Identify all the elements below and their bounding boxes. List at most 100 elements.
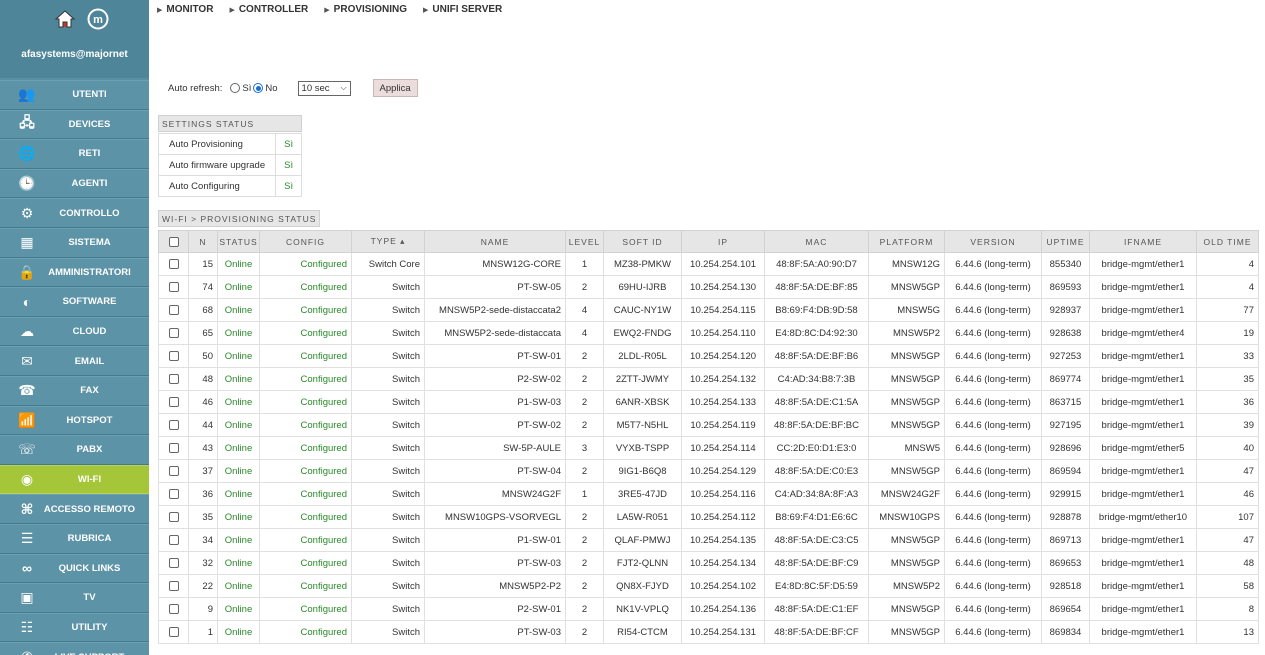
table-row[interactable]: 15 Online Configured Switch Core MNSW12G-COR… bbox=[158, 252, 1259, 276]
sidebar-item-utility[interactable]: ☷ UTILITY bbox=[0, 612, 149, 643]
column-header[interactable]: STATUS bbox=[217, 230, 260, 253]
table-cell: MNSW5 bbox=[868, 436, 945, 460]
logo-icon[interactable]: m bbox=[86, 8, 110, 30]
table-cell: Switch bbox=[351, 298, 425, 322]
row-checkbox[interactable] bbox=[168, 373, 179, 384]
sidebar-item-fax[interactable]: ☎ FAX bbox=[0, 375, 149, 406]
row-checkbox[interactable] bbox=[168, 511, 179, 522]
home-icon[interactable] bbox=[54, 8, 76, 30]
phone-icon: ☏ bbox=[18, 441, 36, 458]
table-row[interactable]: 65 Online Configured Switch MNSW5P2-sede-dis… bbox=[158, 321, 1259, 345]
sidebar-item-email[interactable]: ✉ EMAIL bbox=[0, 346, 149, 376]
sidebar-item-label: SOFTWARE bbox=[62, 296, 117, 308]
table-cell: 10.254.254.132 bbox=[681, 367, 765, 391]
table-row[interactable]: 32 Online Configured Switch PT-SW-03 2 FJT2-QL… bbox=[158, 551, 1259, 575]
row-checkbox[interactable] bbox=[168, 258, 179, 269]
column-header[interactable]: CONFIG bbox=[259, 230, 352, 253]
column-header[interactable]: TYPE ▴ bbox=[351, 230, 425, 253]
top-menu: ▶ MONITOR ▶ CONTROLLER ▶ PROVISIONING ▶ UNIFI S… bbox=[157, 4, 502, 15]
interval-select[interactable]: 10 sec ⌵ bbox=[297, 80, 351, 96]
sidebar-item-live-support[interactable]: ✆LIVE SUPPORT bbox=[0, 642, 149, 655]
sidebar-item-quick-links[interactable]: ∞ QUICK LINKS bbox=[0, 553, 149, 584]
table-cell: MNSW24G2F bbox=[868, 482, 945, 506]
sidebar-item-amministratori[interactable]: 🔒 AMMINISTRATORI bbox=[0, 257, 149, 288]
row-checkbox[interactable] bbox=[168, 327, 179, 338]
column-header[interactable]: UPTIME bbox=[1041, 230, 1090, 253]
column-header[interactable]: MAC bbox=[764, 230, 869, 253]
select-all-checkbox[interactable] bbox=[168, 236, 179, 247]
settings-row: Auto Provisioning Sì bbox=[157, 133, 303, 155]
table-cell: PT-SW-02 bbox=[424, 413, 566, 437]
table-row[interactable]: 43 Online Configured Switch SW-5P-AULE 3 VYXB-… bbox=[158, 436, 1259, 460]
table-row[interactable]: 1 Online Configured Switch PT-SW-03 2 RI54-CTC… bbox=[158, 620, 1259, 644]
column-header[interactable]: OLD TIME bbox=[1196, 230, 1259, 253]
menu-provisioning[interactable]: ▶ PROVISIONING bbox=[324, 4, 407, 15]
table-row[interactable]: 74 Online Configured Switch PT-SW-05 2 69HU-IJ… bbox=[158, 275, 1259, 299]
column-header[interactable]: N bbox=[188, 230, 218, 253]
radio-no[interactable] bbox=[253, 83, 264, 93]
row-checkbox[interactable] bbox=[168, 580, 179, 591]
table-cell: 6.44.6 (long-term) bbox=[944, 505, 1042, 529]
table-cell: 855340 bbox=[1041, 252, 1090, 276]
sidebar-item-software[interactable]: ◐ SOFTWARE bbox=[0, 287, 149, 317]
row-checkbox[interactable] bbox=[168, 626, 179, 637]
sidebar-item-sistema[interactable]: ▦ SISTEMA bbox=[0, 227, 149, 258]
sidebar-item-rubrica[interactable]: ☰ RUBRICA bbox=[0, 523, 149, 554]
sidebar-item-tv[interactable]: ▣ TV bbox=[0, 583, 149, 613]
column-header[interactable]: IP bbox=[681, 230, 765, 253]
sidebar-item-devices[interactable]: 🖧 DEVICES bbox=[0, 109, 149, 140]
interval-value: 10 sec bbox=[301, 82, 330, 94]
table-row[interactable]: 36 Online Configured Switch MNSW24G2F 1 3RE5-4… bbox=[158, 482, 1259, 506]
settings-label: Auto Provisioning bbox=[157, 133, 277, 155]
table-cell: 48 bbox=[1196, 551, 1259, 575]
table-cell: Online bbox=[217, 597, 260, 621]
table-row[interactable]: 46 Online Configured Switch P1-SW-03 2 6ANR-XB… bbox=[158, 390, 1259, 414]
apply-button[interactable]: Applica bbox=[372, 79, 418, 97]
table-row[interactable]: 48 Online Configured Switch P2-SW-02 2 2ZTT-JW… bbox=[158, 367, 1259, 391]
column-header[interactable]: PLATFORM bbox=[868, 230, 945, 253]
row-checkbox[interactable] bbox=[168, 534, 179, 545]
radio-yes[interactable] bbox=[230, 83, 241, 93]
row-checkbox[interactable] bbox=[168, 488, 179, 499]
row-checkbox[interactable] bbox=[168, 304, 179, 315]
sidebar-item-pabx[interactable]: ☏ PABX bbox=[0, 435, 149, 465]
table-row[interactable]: 9 Online Configured Switch P2-SW-01 2 NK1V-VPL… bbox=[158, 597, 1259, 621]
table-row[interactable]: 22 Online Configured Switch MNSW5P2-P2 2 QN8X-… bbox=[158, 574, 1259, 598]
table-row[interactable]: 37 Online Configured Switch PT-SW-04 2 9IG1-B6… bbox=[158, 459, 1259, 483]
sidebar-item-accesso-remoto[interactable]: ⌘ ACCESSO REMOTO bbox=[0, 494, 149, 524]
sidebar-item-cloud[interactable]: ☁ CLOUD bbox=[0, 316, 149, 347]
table-cell: 927253 bbox=[1041, 344, 1090, 368]
sidebar-item-hotspot[interactable]: 📶 HOTSPOT bbox=[0, 405, 149, 436]
row-checkbox[interactable] bbox=[168, 603, 179, 614]
settings-value: Sì bbox=[275, 154, 303, 176]
sidebar-item-controllo[interactable]: ⚙ CONTROLLO bbox=[0, 198, 149, 228]
column-header[interactable]: IFNAME bbox=[1089, 230, 1197, 253]
row-checkbox[interactable] bbox=[168, 442, 179, 453]
table-row[interactable]: 44 Online Configured Switch PT-SW-02 2 M5T7-N5… bbox=[158, 413, 1259, 437]
row-checkbox[interactable] bbox=[168, 396, 179, 407]
system-icon: ▦ bbox=[20, 234, 34, 251]
table-cell: 10.254.254.114 bbox=[681, 436, 765, 460]
column-header[interactable]: VERSION bbox=[944, 230, 1042, 253]
row-checkbox[interactable] bbox=[168, 557, 179, 568]
table-row[interactable]: 35 Online Configured Switch MNSW10GPS-VSORVE… bbox=[158, 505, 1259, 529]
sidebar-item-agenti[interactable]: 🕒 AGENTI bbox=[0, 168, 149, 199]
table-cell: Online bbox=[217, 321, 260, 345]
sidebar-item-wi-fi[interactable]: ◉ WI-FI bbox=[0, 464, 149, 495]
sidebar-item-reti[interactable]: 🌐 RETI bbox=[0, 139, 149, 169]
table-row[interactable]: 34 Online Configured Switch P1-SW-01 2 QLAF-PM… bbox=[158, 528, 1259, 552]
row-checkbox[interactable] bbox=[168, 419, 179, 430]
table-row[interactable]: 50 Online Configured Switch PT-SW-01 2 2LDL-R0… bbox=[158, 344, 1259, 368]
row-checkbox[interactable] bbox=[168, 350, 179, 361]
row-checkbox[interactable] bbox=[168, 281, 179, 292]
table-cell: Configured bbox=[259, 413, 352, 437]
row-checkbox[interactable] bbox=[168, 465, 179, 476]
table-row[interactable]: 68 Online Configured Switch MNSW5P2-sede-dis… bbox=[158, 298, 1259, 322]
menu-controller[interactable]: ▶ CONTROLLER bbox=[229, 4, 308, 15]
menu-monitor[interactable]: ▶ MONITOR bbox=[157, 4, 213, 15]
column-header[interactable]: LEVEL bbox=[565, 230, 604, 253]
menu-unifi-server[interactable]: ▶ UNIFI SERVER bbox=[423, 4, 502, 15]
sidebar-item-utenti[interactable]: 👥 UTENTI bbox=[0, 80, 149, 110]
column-header[interactable]: SOFT ID bbox=[603, 230, 682, 253]
column-header[interactable]: NAME bbox=[424, 230, 566, 253]
